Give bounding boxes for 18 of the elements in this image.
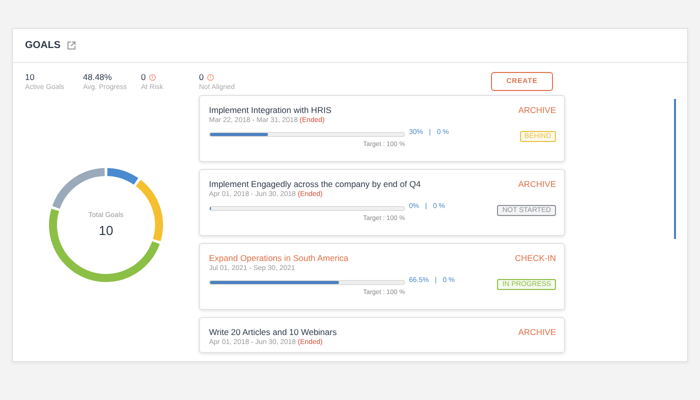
stat-value: 10 [25,72,34,82]
goal-action-link[interactable]: ARCHIVE [518,105,556,115]
panel-title: GOALS [25,40,61,51]
scrollbar[interactable] [674,99,676,239]
goal-action-link[interactable]: ARCHIVE [518,327,556,337]
alert-icon [206,74,214,80]
goal-title[interactable]: Write 20 Articles and 10 Webinars [209,327,337,337]
alert-icon [148,74,156,80]
stat-value: 0 [141,72,146,82]
goal-action-link[interactable]: ARCHIVE [518,179,556,189]
external-link-icon[interactable] [66,41,76,50]
goal-title[interactable]: Expand Operations in South America [209,253,348,263]
goal-title[interactable]: Implement Integration with HRIS [209,105,332,115]
goal-title[interactable]: Implement Engagedly across the company by end of Q4 [209,179,421,189]
stat-value: 0 [199,72,204,82]
stat-value: 48.48% [83,72,112,82]
goal-action-link[interactable]: CHECK-IN [514,253,556,263]
donut-total: 10 [98,223,114,238]
